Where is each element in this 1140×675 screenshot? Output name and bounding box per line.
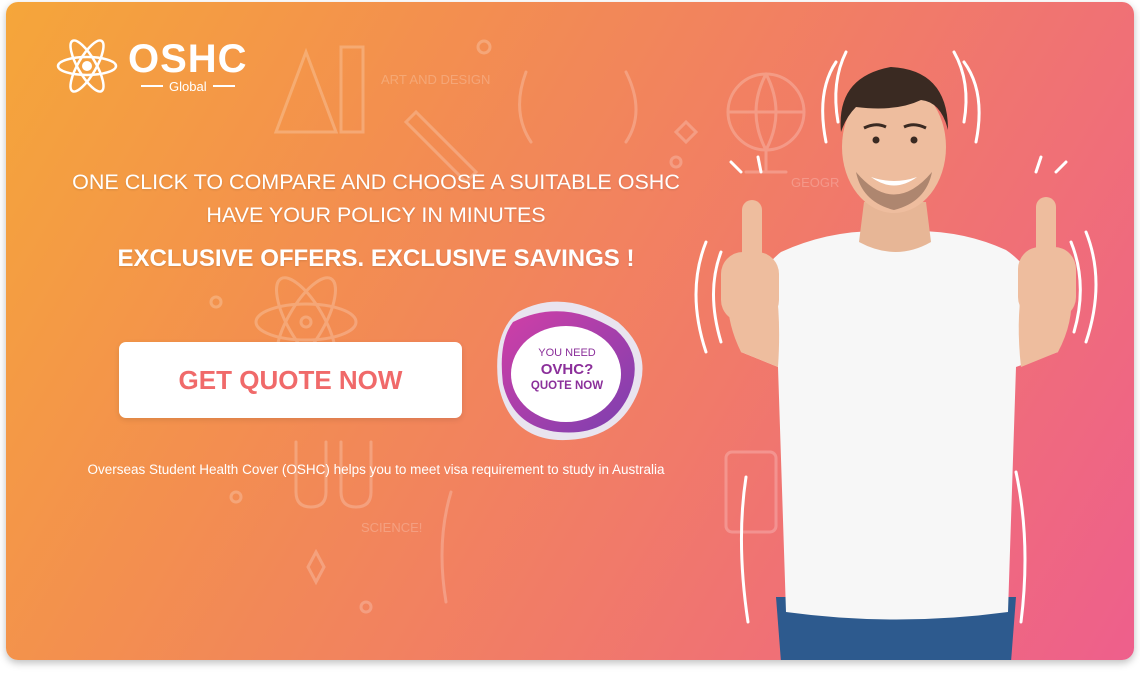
doodle-science-label: SCIENCE! [361, 520, 422, 535]
brand-sub: Global [169, 78, 207, 94]
oshc-footnote: Overseas Student Health Cover (OSHC) hel… [87, 462, 665, 477]
brand-logo[interactable]: OSHC Global [56, 32, 248, 100]
headline-offers: EXCLUSIVE OFFERS. EXCLUSIVE SAVINGS ! [117, 245, 635, 272]
divider [212, 85, 235, 87]
get-quote-button[interactable]: GET QUOTE NOW [119, 342, 462, 418]
badge-line1: YOU NEED [538, 347, 596, 359]
brand-name: OSHC [128, 36, 248, 81]
headline-policy: HAVE YOUR POLICY IN MINUTES [206, 203, 546, 227]
atom-logo-icon [56, 39, 118, 93]
divider [141, 85, 163, 87]
thumbs-up-person-illustration [694, 50, 1098, 660]
badge-line2: OVHC? [540, 361, 594, 378]
headline-compare: ONE CLICK TO COMPARE AND CHOOSE A SUITAB… [72, 170, 680, 194]
doodle-art-label: ART AND DESIGN [381, 72, 490, 87]
badge-line3: QUOTE NOW [530, 380, 604, 392]
banner[interactable]: ART AND DESIGN SCIENCE! GEOGR OSHC Globa… [6, 2, 1134, 660]
ovhc-quote-badge[interactable]: YOU NEED OVHC? QUOTE NOW [488, 292, 646, 444]
